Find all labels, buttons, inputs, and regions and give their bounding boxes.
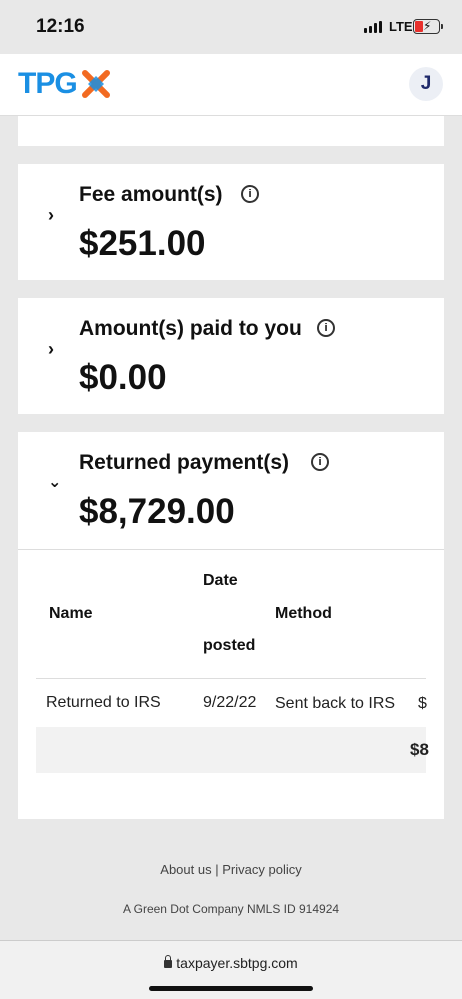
previous-card bbox=[18, 116, 444, 146]
status-time: 12:16 bbox=[36, 16, 85, 37]
status-bar: 12:16 LTE ⚡ bbox=[0, 0, 462, 54]
row-amount: $ bbox=[418, 695, 427, 712]
tpg-logo[interactable]: TPG bbox=[18, 67, 111, 101]
card-amount: $8,729.00 bbox=[79, 492, 235, 531]
card-title: Returned payment(s) bbox=[79, 451, 290, 474]
total-amount: $8 bbox=[410, 740, 429, 759]
chevron-right-icon[interactable]: › bbox=[48, 339, 54, 360]
logo-text: TPG bbox=[18, 67, 78, 100]
battery-icon: ⚡ bbox=[413, 19, 443, 34]
footer-separator: | bbox=[215, 862, 219, 877]
network-label: LTE bbox=[389, 19, 413, 34]
amount-paid-card[interactable]: › Amount(s) paid to you i $0.00 bbox=[18, 298, 444, 414]
header-divider bbox=[36, 678, 426, 679]
url-text: taxpayer.sbtpg.com bbox=[176, 955, 298, 971]
logo-mark-icon bbox=[81, 70, 110, 98]
fee-amount-card[interactable]: › Fee amount(s) i $251.00 bbox=[18, 164, 444, 280]
info-icon[interactable]: i bbox=[241, 185, 259, 203]
app-header: TPG J bbox=[0, 54, 462, 116]
chevron-right-icon[interactable]: › bbox=[48, 205, 54, 226]
row-method: Sent back to IRS bbox=[275, 695, 396, 712]
card-amount: $0.00 bbox=[79, 358, 167, 397]
column-header-name: Name bbox=[49, 605, 93, 622]
browser-url-bar[interactable]: taxpayer.sbtpg.com bbox=[0, 940, 462, 999]
returned-payments-table[interactable]: Name Date posted Method Returned to IRS … bbox=[18, 549, 444, 819]
about-us-link[interactable]: About us bbox=[160, 862, 211, 877]
lock-icon bbox=[164, 955, 173, 968]
card-amount: $251.00 bbox=[79, 224, 206, 263]
info-icon[interactable]: i bbox=[317, 319, 335, 337]
info-icon[interactable]: i bbox=[311, 453, 329, 471]
row-date: 9/22/22 bbox=[203, 694, 257, 711]
card-title: Amount(s) paid to you bbox=[79, 317, 302, 340]
returned-payments-card[interactable]: ⌄ Returned payment(s) i $8,729.00 bbox=[18, 432, 444, 549]
url-display[interactable]: taxpayer.sbtpg.com bbox=[0, 955, 462, 971]
avatar[interactable]: J bbox=[409, 67, 443, 101]
footer-links: About us | Privacy policy bbox=[0, 862, 462, 877]
signal-icon bbox=[364, 21, 382, 33]
column-header-method: Method bbox=[275, 605, 332, 622]
total-row: $8 bbox=[36, 727, 429, 773]
card-title: Fee amount(s) bbox=[79, 183, 223, 206]
column-header-date-line2: posted bbox=[203, 637, 256, 654]
company-disclaimer: A Green Dot Company NMLS ID 914924 bbox=[122, 902, 340, 916]
home-indicator[interactable] bbox=[149, 986, 313, 991]
row-name: Returned to IRS bbox=[46, 694, 161, 711]
column-header-date-line1: Date bbox=[203, 572, 238, 589]
chevron-down-icon[interactable]: ⌄ bbox=[48, 472, 61, 492]
privacy-policy-link[interactable]: Privacy policy bbox=[222, 862, 301, 877]
